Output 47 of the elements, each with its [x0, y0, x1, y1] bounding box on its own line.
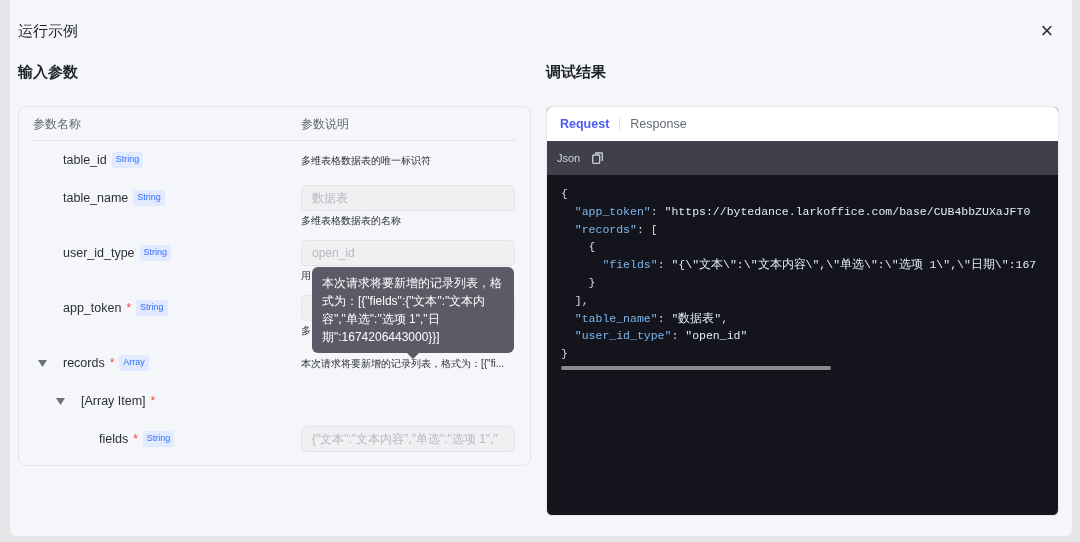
tooltip-arrow [407, 353, 419, 359]
copy-icon[interactable] [592, 152, 604, 164]
param-name: records [63, 354, 105, 372]
type-tag: String [111, 152, 144, 168]
param-name: table_id [63, 151, 107, 169]
type-tag: String [142, 431, 175, 447]
param-name: user_id_type [63, 244, 135, 262]
type-tag: String [136, 300, 168, 316]
code-line: ], [573, 292, 589, 309]
dialog-title: 运行示例 [18, 20, 78, 41]
section-title: 输入参数 [18, 62, 79, 82]
required-mark: * [133, 431, 138, 448]
param-name: [Array Item] [81, 392, 146, 410]
param-description: 多维表格数据表的名称 [301, 214, 401, 228]
column-header: 参数名称 [33, 115, 82, 133]
code-line: "fields": "{\"文本\":\"文本内容\",\"单选\":\"选项 1\",\"日期\":167 [601, 257, 1037, 274]
tab[interactable]: Request [560, 114, 610, 134]
tooltip: 本次请求将要新增的记录列表，格式为：[{"fields":{"文本":"文本内容","单选":"选项 1","日期":1674206443000}}] [312, 267, 514, 353]
param-name: app_token [63, 299, 122, 317]
code-line: } [587, 275, 596, 291]
code-line: { [561, 186, 568, 202]
section-title: 调试结果 [546, 62, 607, 82]
column-header: 参数说明 [301, 115, 349, 133]
param-description: 多 [301, 324, 311, 338]
code-line: "user_id_type": "open_id" [573, 328, 748, 345]
caret-icon[interactable] [55, 397, 65, 405]
code-line: "table_name": "数据表", [573, 310, 729, 327]
code-line: "app_token": "https://bytedance.larkoffice.com/base/CUB4bbZUXaJFT0 [573, 203, 1031, 220]
close-button[interactable]: × [1036, 20, 1058, 42]
type-tag: String [139, 245, 172, 261]
tab[interactable]: Response [630, 114, 687, 134]
caret-icon[interactable] [37, 359, 47, 367]
scrollbar[interactable] [561, 365, 831, 370]
required-mark: * [150, 393, 156, 410]
param-name: fields [99, 430, 129, 448]
param-description: 多维表格数据表的唯一标识符 [301, 154, 431, 167]
format-label: Json [557, 150, 581, 166]
code-line: "records": [ [573, 221, 658, 238]
param-name: table_name [63, 189, 129, 207]
type-tag: String [133, 190, 165, 206]
code-line: { [587, 239, 596, 256]
param-description: 本次请求将要新增的记录列表，格式为：[{"fi... [301, 357, 504, 370]
type-tag: Array [119, 355, 149, 371]
required-mark: * [109, 355, 115, 372]
param-description: 用 [301, 269, 311, 283]
required-mark: * [126, 300, 132, 317]
code-line: } [561, 346, 568, 363]
